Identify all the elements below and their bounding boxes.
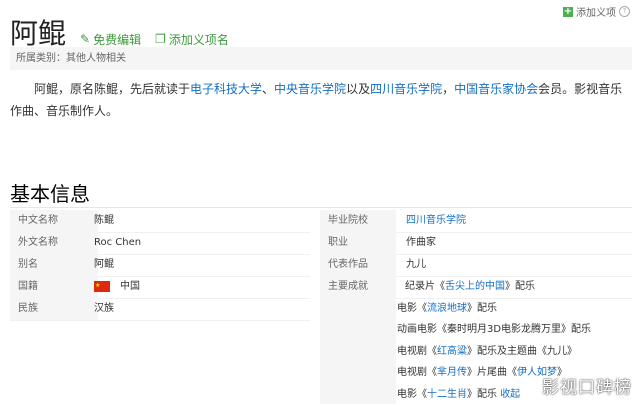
info-row: 毕业院校 四川音乐学院 [320,210,632,233]
title-row: 阿鲲 ✎ 免费编辑 ❐ 添加义项名 [10,12,229,52]
achievement-item: 电影《流浪地球》配乐 [397,298,497,320]
info-row: 外文名称 Roc Chen [10,232,310,255]
collapse-link[interactable]: 收起 [500,389,520,400]
achievement-text: 纪录片《 [405,281,445,292]
pencil-icon: ✎ [80,32,91,46]
achievement-text: 》配乐 [467,388,501,400]
info-row: 中文名称 陈鲲 [10,210,310,233]
info-value: 九儿 [406,254,426,276]
info-value-text: 陈鲲 [94,215,114,226]
achievement-text: 电影《 [397,388,427,400]
achievement-item: 动画电影《秦时明月3D电影龙腾万里》配乐 [397,319,591,341]
info-row: 别名 阿鲲 [10,254,310,277]
add-item-label: 添加义项 [576,8,616,19]
link-ccom[interactable]: 中央音乐学院 [274,82,346,96]
info-row: 职业 作曲家 [320,232,632,255]
info-value-text[interactable]: 四川音乐学院 [406,215,466,226]
info-label: 主要成就 [320,276,396,298]
achievement-text: 》配乐 [505,281,535,292]
summary-text: ， [442,82,455,96]
achievement-text: 》片尾曲《 [467,367,517,378]
info-value: 阿鲲 [94,254,114,276]
info-value-text: 中国 [120,281,140,292]
achievement-link[interactable]: 红高粱 [437,346,467,357]
add-name-label: 添加义项名 [168,32,229,47]
info-value-text: 汉族 [94,303,114,314]
link-uestc[interactable]: 电子科技大学 [190,82,262,96]
help-icon[interactable]: ? [619,6,630,17]
plus-icon: + [563,5,573,17]
achievement-link[interactable]: 舌尖上的中国 [445,281,505,292]
info-value-text: 阿鲲 [94,259,114,270]
summary: 阿鲲，原名陈鲲，先后就读于电子科技大学、中央音乐学院以及四川音乐学院，中国音乐家… [10,78,630,122]
info-value: Roc Chen [94,232,141,254]
info-label: 国籍 [10,276,98,298]
info-label: 民族 [10,298,98,320]
watermark: 影视口碑榜 [542,378,632,398]
section-title: 基本信息 [10,182,90,206]
achievement-text: 》配乐 [467,302,497,314]
summary-text: 以及 [346,82,371,96]
achievement-text: 电视剧《 [397,367,437,378]
info-value: 陈鲲 [94,210,114,232]
achievement-link[interactable]: 流浪地球 [427,303,467,314]
info-value-text: 九儿 [406,259,426,270]
achievement-text: 动画电影《秦时明月3D电影龙腾万里》配乐 [397,324,592,335]
edit-button[interactable]: ✎ 免费编辑 [80,31,141,48]
achievement-label-bg [320,298,396,404]
achievement-text: 电视剧《 [397,345,437,357]
info-value[interactable]: 四川音乐学院 [406,210,466,232]
summary-text: 、 [262,82,275,96]
add-name-button[interactable]: ❐ 添加义项名 [155,31,229,48]
info-label: 外文名称 [10,232,98,254]
achievement-item: 纪录片《舌尖上的中国》配乐 [405,276,535,298]
info-value: 中国 [94,275,140,298]
info-label: 中文名称 [10,210,98,232]
info-row: 代表作品 九儿 [320,254,632,277]
achievement-item: 电视剧《红高粱》配乐及主题曲《九儿》 [397,341,577,363]
edit-label: 免费编辑 [93,32,142,47]
link-cma[interactable]: 中国音乐家协会 [454,82,538,96]
achievement-item: 电影《十二生肖》配乐 收起 [397,384,520,406]
achievement-link[interactable]: 十二生肖 [427,389,467,400]
page-title: 阿鲲 [10,17,67,50]
info-value: 汉族 [94,298,114,320]
achievement-text: 》配乐及主题曲《九儿》 [467,345,577,357]
add-item-button[interactable]: + 添加义项? [563,4,630,19]
divider [10,207,632,208]
info-label: 毕业院校 [320,210,396,232]
info-row: 民族 汉族 [10,298,310,321]
info-label: 代表作品 [320,254,396,276]
info-value-text: 作曲家 [406,237,436,248]
info-label: 别名 [10,254,98,276]
info-label: 职业 [320,232,396,254]
info-value: 作曲家 [406,232,436,254]
info-row: 国籍 中国 [10,275,310,299]
category-bar: 所属类别：其他人物相关 [10,47,632,70]
link-sccm[interactable]: 四川音乐学院 [370,82,442,96]
copy-icon: ❐ [155,32,166,46]
achievement-text: 电影《 [397,302,427,314]
china-flag-icon [94,275,110,297]
achievement-link[interactable]: 芈月传 [437,367,467,378]
summary-text: 阿鲲，原名陈鲲，先后就读于 [34,82,191,96]
info-value-text: Roc Chen [94,237,142,248]
